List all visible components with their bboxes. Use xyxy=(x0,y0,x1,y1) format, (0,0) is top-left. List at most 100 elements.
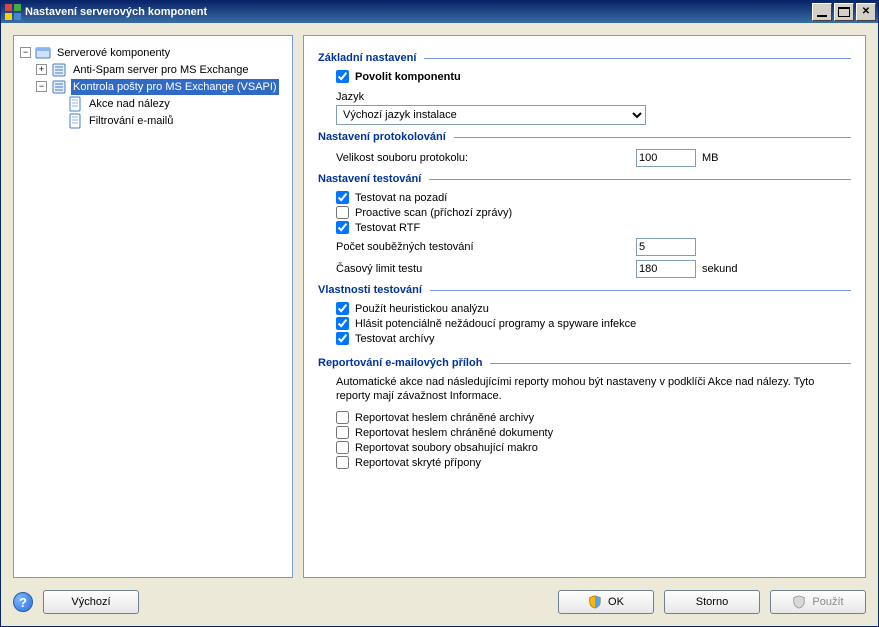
apply-button[interactable]: Použít xyxy=(770,590,866,614)
cancel-button[interactable]: Storno xyxy=(664,590,760,614)
timeout-unit: sekund xyxy=(702,263,737,275)
macro-checkbox[interactable] xyxy=(336,441,349,454)
arch-checkbox[interactable] xyxy=(336,332,349,345)
panels: − Serverové komponenty + Anti-Spam serve… xyxy=(13,35,866,578)
section-title: Nastavení testování xyxy=(318,173,421,185)
close-button[interactable] xyxy=(856,3,876,21)
ok-button[interactable]: OK xyxy=(558,590,654,614)
rtf-checkbox[interactable] xyxy=(336,221,349,234)
section-title: Nastavení protokolování xyxy=(318,131,446,143)
hidden-label: Reportovat skryté přípony xyxy=(355,457,481,469)
timeout-input[interactable] xyxy=(636,260,696,278)
module-icon xyxy=(51,62,67,78)
timeout-label: Časový limit testu xyxy=(336,263,636,275)
folder-icon xyxy=(35,45,51,61)
tree: − Serverové komponenty + Anti-Spam serve… xyxy=(20,44,286,129)
rtf-row: Testovat RTF xyxy=(318,221,851,234)
page-icon xyxy=(67,96,83,112)
expand-icon[interactable]: + xyxy=(36,64,47,75)
pw-arch-label: Reportovat heslem chráněné archivy xyxy=(355,412,534,424)
collapse-icon[interactable]: − xyxy=(20,47,31,58)
client-area: − Serverové komponenty + Anti-Spam serve… xyxy=(1,23,878,626)
content-panel: Základní nastavení Povolit komponentu Ja… xyxy=(303,35,866,578)
macro-label: Reportovat soubory obsahující makro xyxy=(355,442,538,454)
pw-arch-row: Reportovat heslem chráněné archivy xyxy=(318,411,851,424)
language-select[interactable]: Výchozí jazyk instalace xyxy=(336,105,646,125)
heur-checkbox[interactable] xyxy=(336,302,349,315)
heur-row: Použít heuristickou analýzu xyxy=(318,302,851,315)
proactive-checkbox[interactable] xyxy=(336,206,349,219)
divider xyxy=(454,137,851,138)
tree-panel: − Serverové komponenty + Anti-Spam serve… xyxy=(13,35,293,578)
tree-label: Filtrování e-mailů xyxy=(87,113,175,129)
pw-doc-label: Reportovat heslem chráněné dokumenty xyxy=(355,427,553,439)
timeout-row: Časový limit testu sekund xyxy=(318,260,851,278)
log-size-input[interactable] xyxy=(636,149,696,167)
language-group: Jazyk Výchozí jazyk instalace xyxy=(318,91,851,125)
language-label: Jazyk xyxy=(336,91,851,103)
pw-arch-checkbox[interactable] xyxy=(336,411,349,424)
section-reporting: Reportování e-mailových příloh xyxy=(318,357,851,369)
concurrent-label: Počet souběžných testování xyxy=(336,241,636,253)
arch-label: Testovat archívy xyxy=(355,333,434,345)
hidden-row: Reportovat skryté přípony xyxy=(318,456,851,469)
log-size-label: Velikost souboru protokolu: xyxy=(336,152,636,164)
macro-row: Reportovat soubory obsahující makro xyxy=(318,441,851,454)
shield-icon xyxy=(588,595,602,609)
hidden-checkbox[interactable] xyxy=(336,456,349,469)
tree-actions[interactable]: Akce nad nálezy xyxy=(20,95,286,112)
divider xyxy=(490,363,851,364)
tree-vsapi[interactable]: − Kontrola pošty pro MS Exchange (VSAPI) xyxy=(20,78,286,95)
enable-component-checkbox[interactable] xyxy=(336,70,349,83)
window-title: Nastavení serverových komponent xyxy=(25,6,810,18)
pup-row: Hlásit potenciálně nežádoucí programy a … xyxy=(318,317,851,330)
section-basic: Základní nastavení xyxy=(318,52,851,64)
proactive-label: Proactive scan (příchozí zprávy) xyxy=(355,207,512,219)
section-testing: Nastavení testování xyxy=(318,173,851,185)
divider xyxy=(430,290,851,291)
concurrent-input[interactable] xyxy=(636,238,696,256)
pup-checkbox[interactable] xyxy=(336,317,349,330)
shield-icon xyxy=(792,595,806,609)
maximize-button[interactable] xyxy=(834,3,854,21)
default-button[interactable]: Výchozí xyxy=(43,590,139,614)
pup-label: Hlásit potenciálně nežádoucí programy a … xyxy=(355,318,636,330)
app-icon xyxy=(5,4,21,20)
enable-component-label: Povolit komponentu xyxy=(355,71,461,83)
minimize-button[interactable] xyxy=(812,3,832,21)
window: Nastavení serverových komponent − Server… xyxy=(0,0,879,627)
titlebar: Nastavení serverových komponent xyxy=(1,1,878,23)
tree-filtering[interactable]: Filtrování e-mailů xyxy=(20,112,286,129)
concurrent-row: Počet souběžných testování xyxy=(318,238,851,256)
log-size-unit: MB xyxy=(702,152,719,164)
tree-label-selected: Kontrola pošty pro MS Exchange (VSAPI) xyxy=(71,79,279,95)
heur-label: Použít heuristickou analýzu xyxy=(355,303,489,315)
divider xyxy=(429,179,851,180)
tree-root[interactable]: − Serverové komponenty xyxy=(20,44,286,61)
arch-row: Testovat archívy xyxy=(318,332,851,345)
rtf-label: Testovat RTF xyxy=(355,222,420,234)
bg-test-label: Testovat na pozadí xyxy=(355,192,447,204)
proactive-row: Proactive scan (příchozí zprávy) xyxy=(318,206,851,219)
section-logging: Nastavení protokolování xyxy=(318,131,851,143)
section-title: Základní nastavení xyxy=(318,52,416,64)
section-title: Reportování e-mailových příloh xyxy=(318,357,482,369)
tree-label: Serverové komponenty xyxy=(55,45,172,61)
log-size-row: Velikost souboru protokolu: MB xyxy=(318,149,851,167)
collapse-icon[interactable]: − xyxy=(36,81,47,92)
bg-test-checkbox[interactable] xyxy=(336,191,349,204)
bg-test-row: Testovat na pozadí xyxy=(318,191,851,204)
tree-antispam[interactable]: + Anti-Spam server pro MS Exchange xyxy=(20,61,286,78)
button-bar: ? Výchozí OK Storno Použít xyxy=(13,590,866,614)
tree-label: Anti-Spam server pro MS Exchange xyxy=(71,62,250,78)
page-icon xyxy=(67,113,83,129)
pw-doc-checkbox[interactable] xyxy=(336,426,349,439)
reporting-description: Automatické akce nad následujícími repor… xyxy=(336,375,851,403)
divider xyxy=(424,58,851,59)
pw-doc-row: Reportovat heslem chráněné dokumenty xyxy=(318,426,851,439)
module-icon xyxy=(51,79,67,95)
enable-component-row: Povolit komponentu xyxy=(336,70,851,83)
section-properties: Vlastnosti testování xyxy=(318,284,851,296)
tree-label: Akce nad nálezy xyxy=(87,96,172,112)
help-icon[interactable]: ? xyxy=(13,592,33,612)
